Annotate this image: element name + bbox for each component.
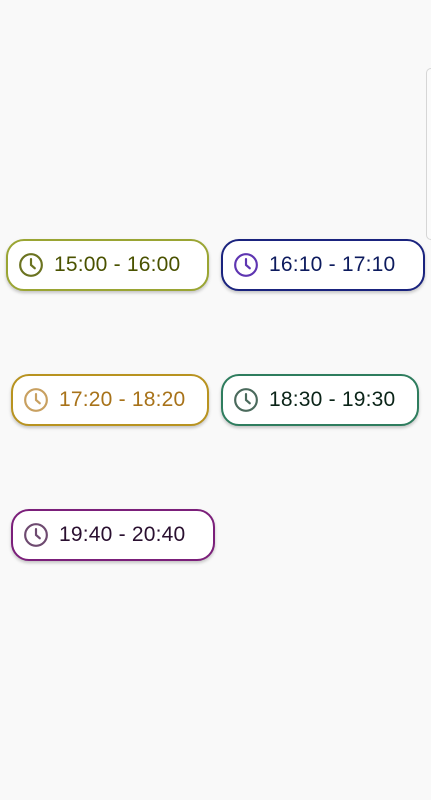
time-slot-label: 18:30 - 19:30 [269,388,396,411]
clock-icon [233,252,259,278]
clock-icon [233,387,259,413]
time-slot-chip[interactable]: 15:00 - 16:00 [6,239,209,291]
time-slot-label: 17:20 - 18:20 [59,388,186,411]
clock-icon [18,252,44,278]
time-slot-label: 16:10 - 17:10 [269,253,396,276]
clock-icon [23,522,49,548]
time-slot-label: 19:40 - 20:40 [59,523,186,546]
edge-panel-handle[interactable] [426,68,431,240]
clock-icon [23,387,49,413]
time-slot-chip[interactable]: 18:30 - 19:30 [221,374,419,426]
time-slot-chip[interactable]: 17:20 - 18:20 [11,374,209,426]
time-slot-chip[interactable]: 16:10 - 17:10 [221,239,425,291]
time-slot-label: 15:00 - 16:00 [54,253,181,276]
time-slot-chip[interactable]: 19:40 - 20:40 [11,509,215,561]
